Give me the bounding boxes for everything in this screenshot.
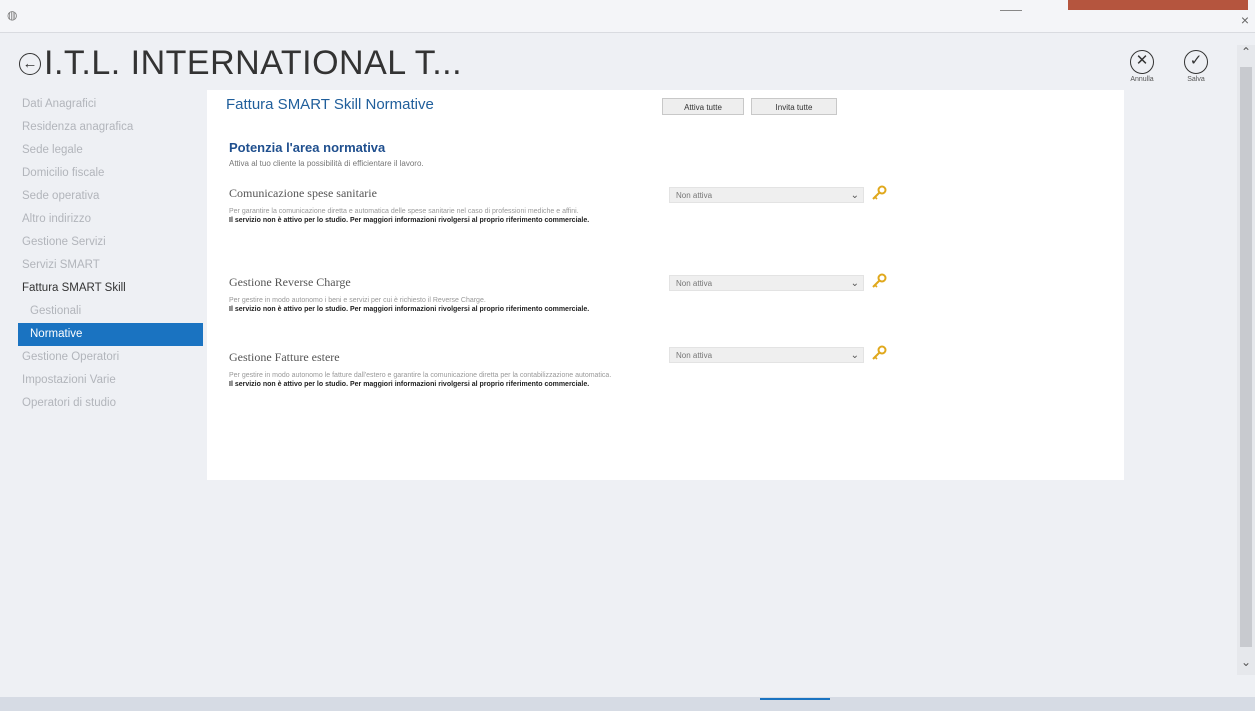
sidebar-item-sede-legale[interactable]: Sede legale [18, 139, 203, 162]
top-decoration [1068, 0, 1248, 10]
service-status-value: Non attiva [676, 279, 713, 288]
chevron-down-icon: ⌄ [850, 278, 859, 289]
sidebar-item-fattura-smart-skill[interactable]: Fattura SMART Skill [18, 277, 203, 300]
vertical-scrollbar[interactable]: ⌃ ⌄ [1237, 45, 1255, 675]
cancel-label: Annulla [1130, 76, 1154, 83]
service-description: Per gestire in modo autonomo i beni e se… [229, 297, 486, 304]
taskbar [0, 697, 1255, 711]
taskbar-active-indicator [760, 698, 830, 700]
close-circle-icon: ✕ [1130, 50, 1154, 74]
sidebar-item-sede-operativa[interactable]: Sede operativa [18, 185, 203, 208]
sidebar-item-residenza-anagrafica[interactable]: Residenza anagrafica [18, 116, 203, 139]
sidebar-item-gestione-operatori[interactable]: Gestione Operatori [18, 346, 203, 369]
app-icon: ◍ [7, 8, 18, 22]
key-icon[interactable] [871, 273, 887, 289]
service-status-value: Non attiva [676, 191, 713, 200]
scrollbar-thumb[interactable] [1240, 67, 1252, 647]
key-icon[interactable] [871, 345, 887, 361]
sidebar-item-servizi-smart[interactable]: Servizi SMART [18, 254, 203, 277]
sidebar-nav: Dati Anagrafici Residenza anagrafica Sed… [18, 93, 203, 415]
page-title: I.T.L. INTERNATIONAL T... [44, 44, 463, 82]
window-close-icon[interactable]: × [1241, 12, 1249, 28]
service-status-value: Non attiva [676, 351, 713, 360]
window-topbar: ◍ × [0, 0, 1255, 33]
section-title: Fattura SMART Skill Normative [226, 96, 434, 113]
attiva-tutte-button[interactable]: Attiva tutte [662, 98, 744, 115]
scroll-down-chevron-icon[interactable]: ⌄ [1237, 655, 1255, 675]
cancel-button[interactable]: ✕ Annulla [1124, 50, 1160, 83]
sidebar-item-impostazioni-varie[interactable]: Impostazioni Varie [18, 369, 203, 392]
chevron-down-icon: ⌄ [850, 350, 859, 361]
sidebar-item-gestionali[interactable]: Gestionali [18, 300, 203, 323]
sidebar-item-normative[interactable]: Normative [18, 323, 203, 346]
invita-tutte-button[interactable]: Invita tutte [751, 98, 837, 115]
scroll-up-chevron-icon[interactable]: ⌃ [1237, 45, 1255, 65]
check-circle-icon: ✓ [1184, 50, 1208, 74]
service-status-select[interactable]: Non attiva ⌄ [669, 347, 864, 363]
key-icon[interactable] [871, 185, 887, 201]
save-button[interactable]: ✓ Salva [1178, 50, 1214, 83]
minimize-dash[interactable] [1000, 10, 1022, 11]
service-warning: Il servizio non è attivo per lo studio. … [229, 381, 590, 388]
service-status-select[interactable]: Non attiva ⌄ [669, 275, 864, 291]
sidebar-item-gestione-servizi[interactable]: Gestione Servizi [18, 231, 203, 254]
save-label: Salva [1187, 76, 1205, 83]
service-description: Per garantire la comunicazione diretta e… [229, 208, 579, 215]
sidebar-item-operatori-di-studio[interactable]: Operatori di studio [18, 392, 203, 415]
group-title: Potenzia l'area normativa [229, 140, 386, 155]
back-arrow-icon[interactable]: ← [19, 53, 41, 75]
sidebar-item-altro-indirizzo[interactable]: Altro indirizzo [18, 208, 203, 231]
service-description: Per gestire in modo autonomo le fatture … [229, 372, 612, 379]
group-subtitle: Attiva al tuo cliente la possibilità di … [229, 159, 424, 168]
service-warning: Il servizio non è attivo per lo studio. … [229, 217, 590, 224]
service-status-select[interactable]: Non attiva ⌄ [669, 187, 864, 203]
service-warning: Il servizio non è attivo per lo studio. … [229, 306, 590, 313]
main-panel: Fattura SMART Skill Normative Attiva tut… [207, 90, 1124, 480]
sidebar-item-domicilio-fiscale[interactable]: Domicilio fiscale [18, 162, 203, 185]
sidebar-item-dati-anagrafici[interactable]: Dati Anagrafici [18, 93, 203, 116]
chevron-down-icon: ⌄ [850, 190, 859, 201]
